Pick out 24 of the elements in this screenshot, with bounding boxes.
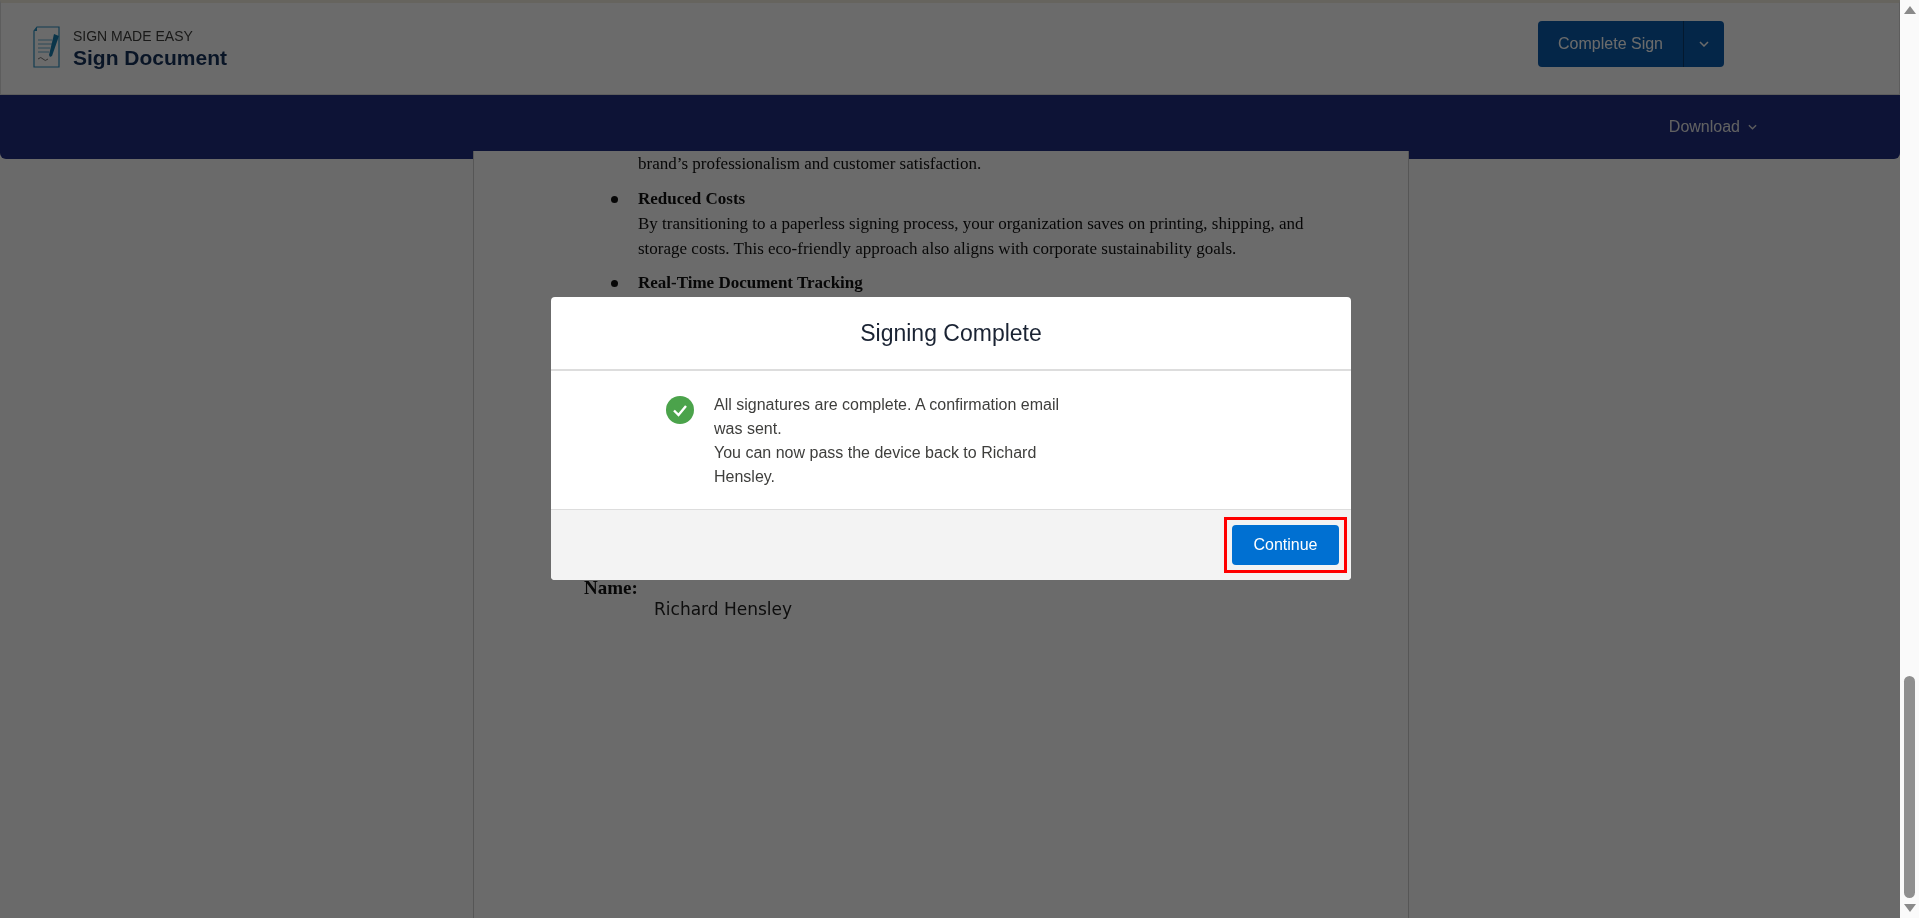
dialog-message: You can now pass the device back to Richard Hensley.: [714, 443, 1038, 487]
brand-name: SIGN MADE EASY: [73, 27, 194, 44]
download-menu[interactable]: Download: [1662, 117, 1763, 137]
document-text: By transitioning to a paperless signing process, your organization saves on printing, shipping, and storage costs. This eco-friendly approach also aligns with corporate sustainability goals.: [638, 213, 1305, 260]
bullet-icon: [611, 280, 618, 287]
section-heading: Reduced Costs: [638, 188, 747, 210]
scroll-up-icon[interactable]: [1903, 6, 1916, 14]
continue-button[interactable]: Continue: [1232, 525, 1339, 565]
document-text: brand’s professionalism and customer satisfaction.: [638, 153, 983, 175]
bullet-icon: [611, 196, 618, 203]
signer-name: Richard Hensley: [654, 599, 793, 619]
scroll-down-icon[interactable]: [1903, 904, 1916, 912]
document-pen-icon: [32, 25, 62, 68]
dialog-title: Signing Complete: [860, 319, 1042, 347]
caret-icon: [1748, 124, 1757, 130]
caret-icon: [1699, 40, 1709, 47]
scrollbar[interactable]: [1900, 0, 1919, 918]
dialog-message: All signatures are complete. A confirmation email was sent.: [714, 395, 1061, 439]
success-check-icon: [666, 396, 694, 424]
section-heading: Real-Time Document Tracking: [638, 272, 863, 294]
complete-sign-button[interactable]: Complete Sign: [1538, 20, 1684, 67]
page-title: Sign Document: [73, 45, 227, 70]
name-label: Name:: [584, 577, 638, 599]
scroll-thumb[interactable]: [1904, 676, 1915, 898]
